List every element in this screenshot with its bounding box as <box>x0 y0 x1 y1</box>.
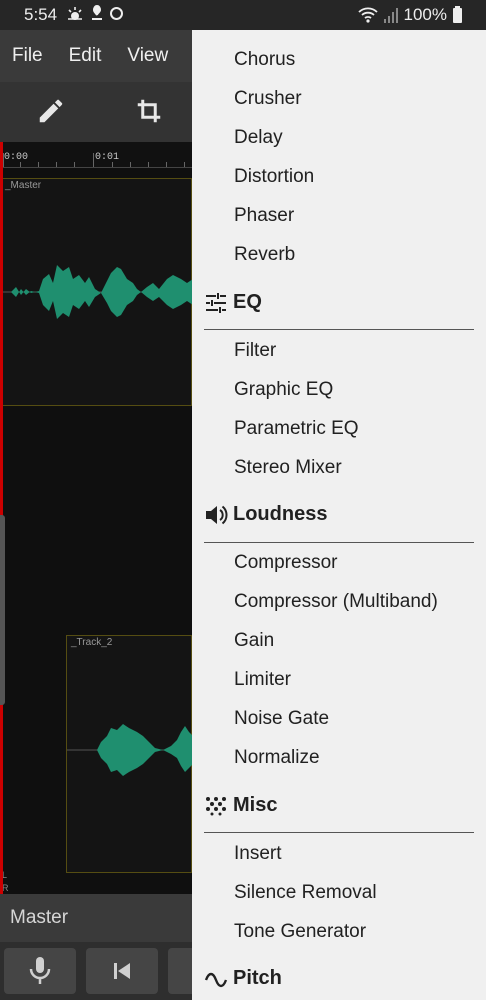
wave-icon <box>204 972 228 987</box>
menu-item-limiter[interactable]: Limiter <box>234 669 291 691</box>
menu-item-parametric-eq[interactable]: Parametric EQ <box>234 418 359 440</box>
weather-icon <box>68 7 82 20</box>
transport-bar <box>0 942 240 1000</box>
current-track-name: Master <box>0 894 192 942</box>
side-handle[interactable] <box>0 515 5 705</box>
section-divider <box>204 832 474 833</box>
status-icons <box>66 5 123 21</box>
waveform <box>1 265 193 319</box>
menu-item-stereo-mixer[interactable]: Stereo Mixer <box>234 457 342 479</box>
menu-item-gain[interactable]: Gain <box>234 630 274 652</box>
effects-menu: Chorus Crusher Delay Distortion Phaser R… <box>192 30 486 1000</box>
menu-item-silence-removal[interactable]: Silence Removal <box>234 882 377 904</box>
speaker-icon <box>206 505 228 524</box>
pencil-icon[interactable] <box>36 96 66 126</box>
menu-item-reverb[interactable]: Reverb <box>234 244 295 266</box>
menu-item-phaser[interactable]: Phaser <box>234 205 294 227</box>
notification-icon <box>92 5 102 20</box>
wifi-icon <box>357 7 378 23</box>
section-loudness: Loudness <box>204 503 327 526</box>
timeline-ruler[interactable]: 0:00 0:01 <box>0 142 192 168</box>
menu-item-crusher[interactable]: Crusher <box>234 88 302 110</box>
section-title: Loudness <box>233 503 328 525</box>
equalizer-icon <box>206 292 226 313</box>
timeline-label: 0:01 <box>95 152 120 163</box>
battery-icon <box>453 5 462 23</box>
status-right: 100% <box>357 5 462 25</box>
menu-item-delay[interactable]: Delay <box>234 127 283 149</box>
waveform <box>67 724 193 776</box>
section-pitch: Pitch <box>204 967 282 990</box>
menu-edit[interactable]: Edit <box>57 45 116 67</box>
dots-icon <box>206 796 226 815</box>
microphone-icon <box>29 957 51 984</box>
section-divider <box>204 542 474 543</box>
battery-text: 100% <box>403 5 447 24</box>
menu-item-normalize[interactable]: Normalize <box>234 747 320 769</box>
menu-view[interactable]: View <box>115 45 182 67</box>
menu-item-chorus[interactable]: Chorus <box>234 49 295 71</box>
section-title: Misc <box>233 794 278 816</box>
menu-item-tone-generator[interactable]: Tone Generator <box>234 921 366 943</box>
menu-item-noise-gate[interactable]: Noise Gate <box>234 708 329 730</box>
section-title: EQ <box>233 291 262 313</box>
crop-icon[interactable] <box>134 96 164 126</box>
timeline-label: 0:00 <box>4 152 29 163</box>
waveform-editor[interactable]: 0:00 0:01 _Master _Track_2 L R <box>0 142 193 894</box>
section-misc: Misc <box>204 794 277 817</box>
track-master[interactable]: _Master <box>0 178 193 406</box>
menu-item-graphic-eq[interactable]: Graphic EQ <box>234 379 333 401</box>
status-time: 5:54 <box>24 5 58 24</box>
section-divider <box>204 329 474 330</box>
menu-file[interactable]: File <box>0 45 57 67</box>
menu-item-distortion[interactable]: Distortion <box>234 166 314 188</box>
track-2[interactable]: _Track_2 <box>66 635 193 873</box>
circle-icon <box>110 6 123 20</box>
record-button[interactable] <box>4 948 76 994</box>
skip-previous-icon <box>114 963 130 979</box>
section-eq: EQ <box>204 291 262 314</box>
menu-item-insert[interactable]: Insert <box>234 843 282 865</box>
menu-item-compressor[interactable]: Compressor <box>234 552 337 574</box>
skip-back-button[interactable] <box>86 948 158 994</box>
menu-item-compressor-multiband[interactable]: Compressor (Multiband) <box>234 591 438 613</box>
menu-item-filter[interactable]: Filter <box>234 340 276 362</box>
status-bar: 5:54 100% <box>0 0 486 30</box>
signal-icon <box>383 7 398 23</box>
section-title: Pitch <box>233 967 282 989</box>
